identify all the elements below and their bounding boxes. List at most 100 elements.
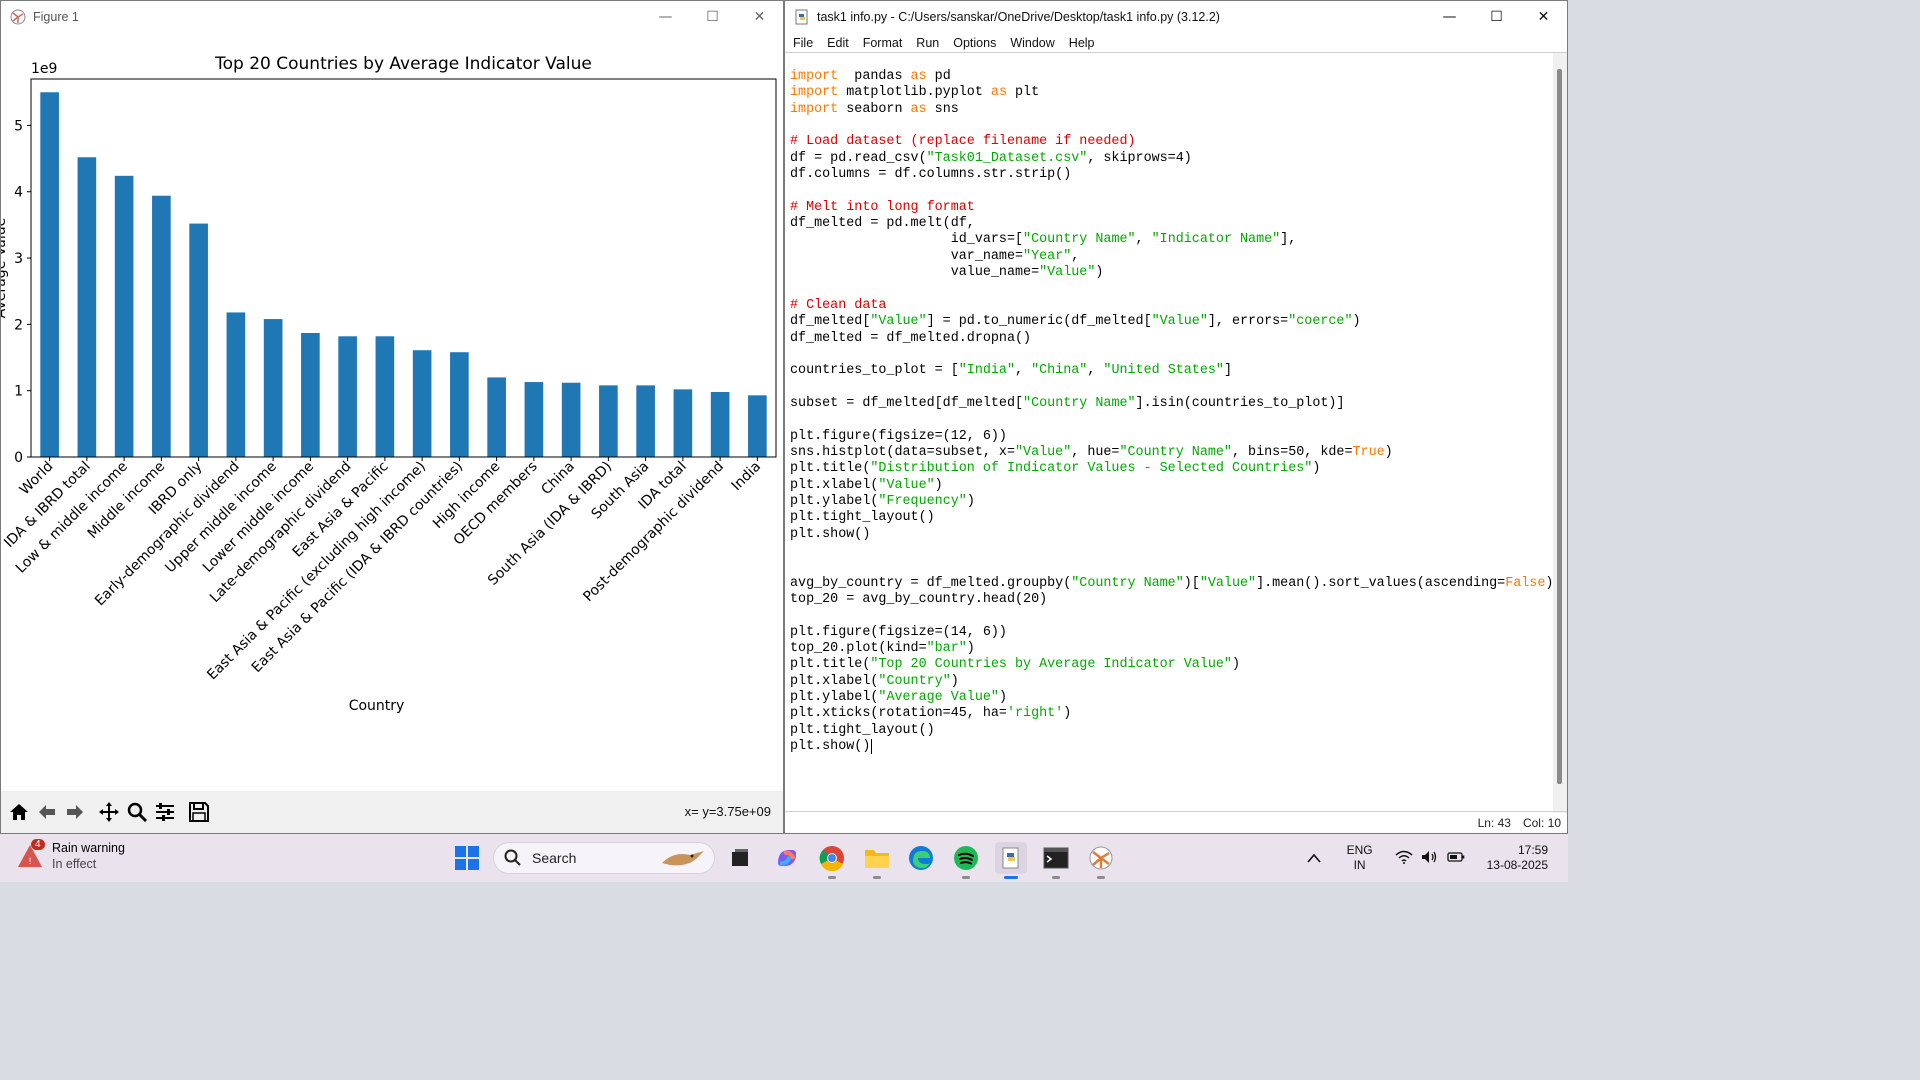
code-line[interactable]: plt.show() [790,527,1555,543]
editor-scrollbar[interactable] [1553,53,1567,813]
code-token: top_20 = avg_by_country.head(20) [790,592,1048,607]
volume-icon[interactable] [1421,850,1439,867]
weather-title: Rain warning [52,841,125,855]
terminal-icon[interactable] [1040,842,1072,879]
code-line[interactable]: # Melt into long format [790,200,1555,216]
task-view-icon[interactable] [724,842,756,874]
code-line[interactable]: countries_to_plot = ["India", "China", "… [790,363,1555,379]
code-token: ) [1063,706,1072,722]
code-line[interactable]: value_name="Value") [790,265,1555,281]
code-line[interactable]: import seaborn as sns [790,102,1555,118]
code-line[interactable]: plt.figure(figsize=(12, 6)) [790,429,1555,445]
code-line[interactable]: # Clean data [790,298,1555,314]
battery-icon[interactable] [1446,851,1465,866]
home-icon[interactable] [5,797,33,827]
code-line[interactable] [790,380,1555,396]
code-line[interactable] [790,608,1555,624]
code-line[interactable]: avg_by_country = df_melted.groupby("Coun… [790,576,1555,592]
minimize-button[interactable]: — [1426,1,1473,33]
code-line[interactable] [790,281,1555,297]
code-line[interactable]: df = pd.read_csv("Task01_Dataset.csv", s… [790,151,1555,167]
code-line[interactable]: plt.tight_layout() [790,723,1555,739]
maximize-button[interactable]: ☐ [1473,1,1520,33]
bar-chart[interactable]: Top 20 Countries by Average Indicator Va… [1,33,784,793]
spotify-icon[interactable] [950,842,982,879]
taskbar-search[interactable]: Search [493,842,715,874]
file-explorer-icon[interactable] [861,842,893,879]
code-line[interactable]: top_20.plot(kind="bar") [790,641,1555,657]
menu-file[interactable]: File [793,36,813,50]
pan-icon[interactable] [95,797,123,827]
code-line[interactable]: top_20 = avg_by_country.head(20) [790,592,1555,608]
code-token: import [790,69,839,84]
language-indicator[interactable]: ENG IN [1347,843,1373,873]
python-idle-taskbar-icon[interactable] [995,842,1027,879]
weather-widget[interactable]: ! 4 Rain warning In effect [16,839,125,872]
code-line[interactable]: plt.figure(figsize=(14, 6)) [790,625,1555,641]
chart-area[interactable]: Top 20 Countries by Average Indicator Va… [1,33,784,793]
matplotlib-taskbar-icon[interactable] [1085,842,1117,879]
zoom-icon[interactable] [123,797,151,827]
chrome-icon[interactable] [816,842,848,879]
code-line[interactable]: df_melted = df_melted.dropna() [790,331,1555,347]
code-line[interactable] [790,559,1555,575]
matplotlib-figure-window: Figure 1 — ☐ ✕ Top 20 Countries by Avera… [0,0,784,834]
bar [450,352,469,457]
code-line[interactable]: subset = df_melted[df_melted["Country Na… [790,396,1555,412]
edge-icon[interactable] [905,842,937,874]
minimize-button[interactable]: — [642,1,689,33]
code-line[interactable]: plt.xlabel("Value") [790,478,1555,494]
code-line[interactable] [790,347,1555,363]
scrollbar-thumb[interactable] [1557,69,1562,784]
close-button[interactable]: ✕ [736,1,783,33]
menu-help[interactable]: Help [1069,36,1095,50]
code-line[interactable]: plt.ylabel("Average Value") [790,690,1555,706]
code-line[interactable]: plt.title("Distribution of Indicator Val… [790,461,1555,477]
code-line[interactable] [790,118,1555,134]
maximize-button[interactable]: ☐ [689,1,736,33]
menu-format[interactable]: Format [863,36,903,50]
clock[interactable]: 17:59 13-08-2025 [1487,843,1548,873]
code-token: "Country Name" [1071,575,1184,591]
chevron-up-icon[interactable] [1306,850,1321,866]
code-editor[interactable]: import pandas as pd import matplotlib.pyp… [785,53,1555,813]
menu-options[interactable]: Options [953,36,996,50]
code-line[interactable]: plt.xticks(rotation=45, ha='right') [790,706,1555,722]
code-line[interactable]: plt.xlabel("Country") [790,674,1555,690]
bar [487,377,506,457]
code-line[interactable]: id_vars=["Country Name", "Indicator Name… [790,232,1555,248]
close-button[interactable]: ✕ [1520,1,1567,33]
save-icon[interactable] [185,797,213,827]
editor-titlebar[interactable]: task1 info.py - C:/Users/sanskar/OneDriv… [785,1,1567,33]
code-line[interactable]: sns.histplot(data=subset, x="Value", hue… [790,445,1555,461]
code-line[interactable]: import matplotlib.pyplot as plt [790,85,1555,101]
figure-titlebar[interactable]: Figure 1 — ☐ ✕ [1,1,783,33]
code-line[interactable] [790,543,1555,559]
copilot-icon[interactable] [771,842,803,874]
bar [301,332,320,457]
forward-arrow-icon[interactable] [61,797,89,827]
code-line[interactable]: df_melted = pd.melt(df, [790,216,1555,232]
code-token: plt.xlabel( [790,477,879,493]
code-line[interactable]: plt.tight_layout() [790,510,1555,526]
y-tick-label: 2 [14,317,23,333]
code-line[interactable]: import pandas as pd [790,69,1555,85]
configure-subplots-icon[interactable] [151,797,179,827]
code-token: id_vars=[ [790,232,1024,248]
code-line[interactable]: var_name="Year", [790,249,1555,265]
code-line[interactable]: plt.show()​ [790,739,1555,755]
code-line[interactable]: plt.title("Top 20 Countries by Average I… [790,657,1555,673]
code-line[interactable]: df_melted["Value"] = pd.to_numeric(df_me… [790,314,1555,330]
windows-start-icon[interactable] [451,842,483,874]
code-line[interactable] [790,183,1555,199]
code-line[interactable]: plt.ylabel("Frequency") [790,494,1555,510]
code-line[interactable]: # Load dataset (replace filename if need… [790,134,1555,150]
menu-run[interactable]: Run [916,36,939,50]
code-line[interactable] [790,412,1555,428]
wifi-icon[interactable] [1395,850,1413,867]
menu-window[interactable]: Window [1010,36,1054,50]
menu-edit[interactable]: Edit [827,36,849,50]
code-line[interactable]: df.columns = df.columns.str.strip() [790,167,1555,183]
code-token: "Country Name" [1023,395,1136,411]
back-arrow-icon[interactable] [33,797,61,827]
